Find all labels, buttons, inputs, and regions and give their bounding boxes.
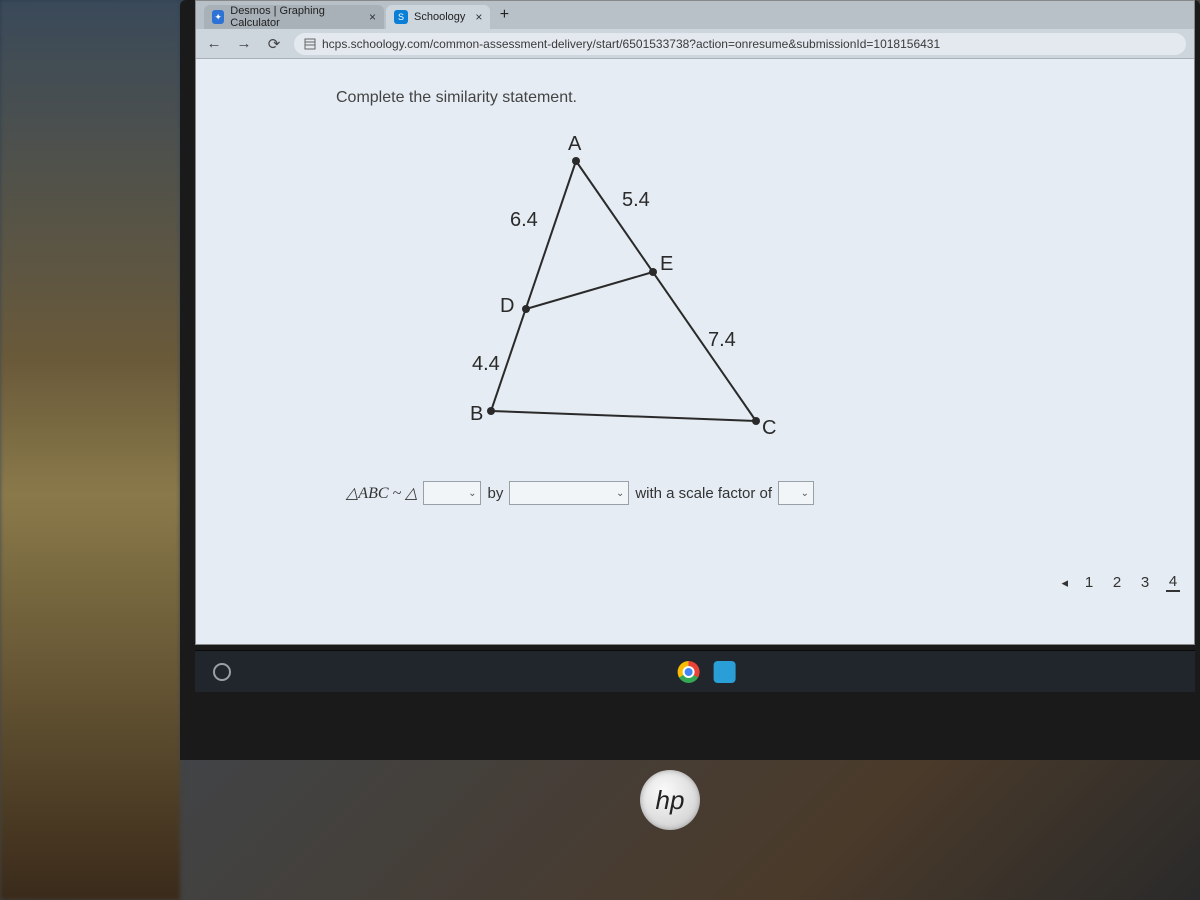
len-DB: 4.4 xyxy=(472,353,500,376)
page-1[interactable]: 1 xyxy=(1082,574,1096,591)
scale-select[interactable]: ⌄ xyxy=(778,481,814,505)
tab-desmos[interactable]: ✦ Desmos | Graphing Calculator × xyxy=(204,5,384,29)
answer-row: △ABC ~ △ ⌄ by ⌄ with a scale factor of ⌄ xyxy=(346,481,1154,505)
back-button[interactable]: ← xyxy=(204,35,224,52)
page-2[interactable]: 2 xyxy=(1110,574,1124,591)
url-bar[interactable]: hcps.schoology.com/common-assessment-del… xyxy=(294,33,1186,55)
triangle-select[interactable]: ⌄ xyxy=(423,481,481,505)
close-icon[interactable]: × xyxy=(369,10,376,24)
site-info-icon xyxy=(304,38,316,50)
vertex-E: E xyxy=(660,253,673,276)
camera-app-icon[interactable] xyxy=(714,661,736,683)
chevron-down-icon: ⌄ xyxy=(468,488,476,499)
desmos-icon: ✦ xyxy=(212,10,224,24)
vertex-D: D xyxy=(500,295,514,318)
chevron-down-icon: ⌄ xyxy=(616,488,624,499)
hp-logo: hp xyxy=(640,770,700,830)
chrome-icon[interactable] xyxy=(678,661,700,683)
len-AE: 5.4 xyxy=(622,189,650,212)
forward-button[interactable]: → xyxy=(234,35,254,52)
len-EC: 7.4 xyxy=(708,329,736,352)
by-label: by xyxy=(487,485,503,502)
similarity-prefix: △ABC ~ △ xyxy=(346,483,417,503)
vertex-C: C xyxy=(762,417,776,440)
new-tab-button[interactable]: + xyxy=(492,3,516,27)
assessment-content: Complete the similarity statement. A B C… xyxy=(196,59,1194,644)
reason-select[interactable]: ⌄ xyxy=(509,481,629,505)
page-3[interactable]: 3 xyxy=(1138,574,1152,591)
tab-label: Desmos | Graphing Calculator xyxy=(230,5,359,29)
search-circle-icon[interactable] xyxy=(213,663,231,681)
nav-bar: ← → ⟳ hcps.schoology.com/common-assessme… xyxy=(196,29,1194,59)
pager-prev[interactable]: ◂ xyxy=(1061,575,1068,591)
vertex-A: A xyxy=(568,133,581,156)
tab-schoology[interactable]: S Schoology × xyxy=(386,5,490,29)
close-icon[interactable]: × xyxy=(475,10,482,24)
triangle-figure: A B C D E 6.4 5.4 4.4 7.4 xyxy=(396,131,816,461)
question-prompt: Complete the similarity statement. xyxy=(336,89,1154,107)
page-4[interactable]: 4 xyxy=(1166,573,1180,592)
len-AD: 6.4 xyxy=(510,209,538,232)
tab-strip: ✦ Desmos | Graphing Calculator × S Schoo… xyxy=(196,1,1194,29)
browser-window: ✦ Desmos | Graphing Calculator × S Schoo… xyxy=(195,0,1195,645)
scale-label: with a scale factor of xyxy=(635,485,772,502)
question-pager: ◂ 1 2 3 4 xyxy=(1051,567,1190,598)
vertex-B: B xyxy=(470,403,483,426)
chevron-down-icon: ⌄ xyxy=(801,488,809,499)
url-text: hcps.schoology.com/common-assessment-del… xyxy=(322,37,940,51)
os-shelf xyxy=(195,650,1195,692)
tab-label: Schoology xyxy=(414,11,465,23)
reload-button[interactable]: ⟳ xyxy=(264,35,284,53)
schoology-icon: S xyxy=(394,10,408,24)
